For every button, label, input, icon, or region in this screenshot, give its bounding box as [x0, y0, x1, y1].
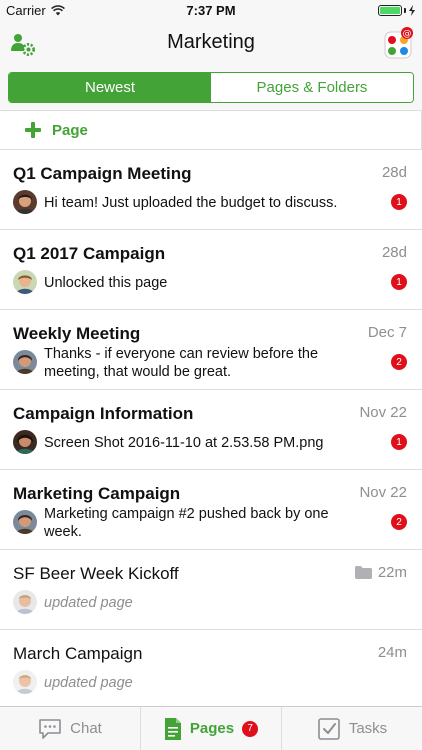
- item-time: Nov 22: [359, 404, 407, 421]
- item-message: updated page: [44, 675, 133, 691]
- tab-tasks-label: Tasks: [348, 720, 388, 737]
- plus-icon: [25, 122, 41, 138]
- list-item[interactable]: Weekly Meeting Dec 7 Thanks - if everyon…: [0, 310, 422, 390]
- status-bar: Carrier 7:37 PM: [0, 0, 422, 22]
- segment-container: Newest Pages & Folders: [0, 66, 422, 111]
- avatar: [13, 270, 37, 294]
- item-title: SF Beer Week Kickoff: [13, 564, 179, 583]
- item-message: updated page: [44, 595, 133, 611]
- item-time: 24m: [377, 644, 407, 661]
- tab-pages[interactable]: Pages 7: [141, 707, 282, 750]
- tab-chat-label: Chat: [70, 720, 102, 737]
- item-title: March Campaign: [13, 644, 143, 663]
- item-title: Q1 2017 Campaign: [13, 244, 166, 263]
- chat-icon: [39, 718, 61, 739]
- tab-bar: Chat Pages 7 Tasks: [0, 706, 422, 750]
- list-item[interactable]: Campaign Information Nov 22 Screen Shot …: [0, 390, 422, 470]
- avatar: [13, 510, 37, 534]
- segmented-control: Newest Pages & Folders: [8, 72, 414, 103]
- unread-badge: 1: [391, 274, 407, 290]
- item-message: Hi team! Just uploaded the budget to dis…: [44, 195, 338, 211]
- item-title: Marketing Campaign: [13, 484, 181, 503]
- avatar: [13, 350, 37, 374]
- item-time: 22m: [354, 564, 407, 581]
- tab-tasks[interactable]: Tasks: [282, 707, 422, 750]
- add-page-button[interactable]: Page: [0, 111, 422, 150]
- activity-list: Q1 Campaign Meeting 28d Hi team! Just up…: [0, 150, 422, 706]
- item-title: Weekly Meeting: [13, 324, 141, 343]
- item-title: Q1 Campaign Meeting: [13, 164, 192, 183]
- add-page-label: Page: [52, 121, 88, 139]
- unread-badge: 1: [391, 434, 407, 450]
- page-title: Marketing: [167, 31, 255, 53]
- app-switcher-mentions-icon[interactable]: @: [384, 27, 414, 59]
- list-item[interactable]: Q1 Campaign Meeting 28d Hi team! Just up…: [0, 150, 422, 230]
- navigation-bar: Marketing @: [0, 22, 422, 66]
- tab-pages-label: Pages: [189, 720, 235, 737]
- unread-badge: 2: [391, 354, 407, 370]
- list-item[interactable]: Q1 2017 Campaign 28d Unlocked this page …: [0, 230, 422, 310]
- list-item[interactable]: SF Beer Week Kickoff 22m updated page: [0, 550, 422, 630]
- item-message: Marketing campaign #2 pushed back by one…: [44, 506, 329, 540]
- clock: 7:37 PM: [186, 3, 236, 18]
- segment-pages-folders[interactable]: Pages & Folders: [211, 73, 413, 102]
- item-time: 28d: [381, 164, 407, 181]
- tasks-icon: [318, 717, 340, 740]
- avatar: [13, 430, 37, 454]
- item-title: Campaign Information: [13, 404, 194, 423]
- item-time: Dec 7: [367, 324, 407, 341]
- pages-icon: [164, 717, 181, 740]
- item-time: 28d: [381, 244, 407, 261]
- segment-newest[interactable]: Newest: [9, 73, 211, 102]
- avatar: [13, 670, 37, 694]
- item-message: Unlocked this page: [44, 275, 168, 291]
- folder-icon: [354, 566, 372, 579]
- list-item[interactable]: Marketing Campaign Nov 22 Marketing camp…: [0, 470, 422, 550]
- avatar: [13, 190, 37, 214]
- item-message: Thanks - if everyone can review before t…: [44, 346, 319, 380]
- item-message: Screen Shot 2016-11-10 at 2.53.58 PM.png: [44, 435, 324, 451]
- tab-chat[interactable]: Chat: [0, 707, 141, 750]
- unread-badge: 1: [391, 194, 407, 210]
- list-item[interactable]: March Campaign 24m updated page: [0, 630, 422, 706]
- pages-count-badge: 7: [242, 720, 259, 737]
- unread-badge: 2: [391, 514, 407, 530]
- battery-icon: [378, 5, 416, 16]
- svg-text:@: @: [403, 29, 412, 39]
- item-time: Nov 22: [359, 484, 407, 501]
- avatar: [13, 590, 37, 614]
- charging-icon: [409, 5, 415, 16]
